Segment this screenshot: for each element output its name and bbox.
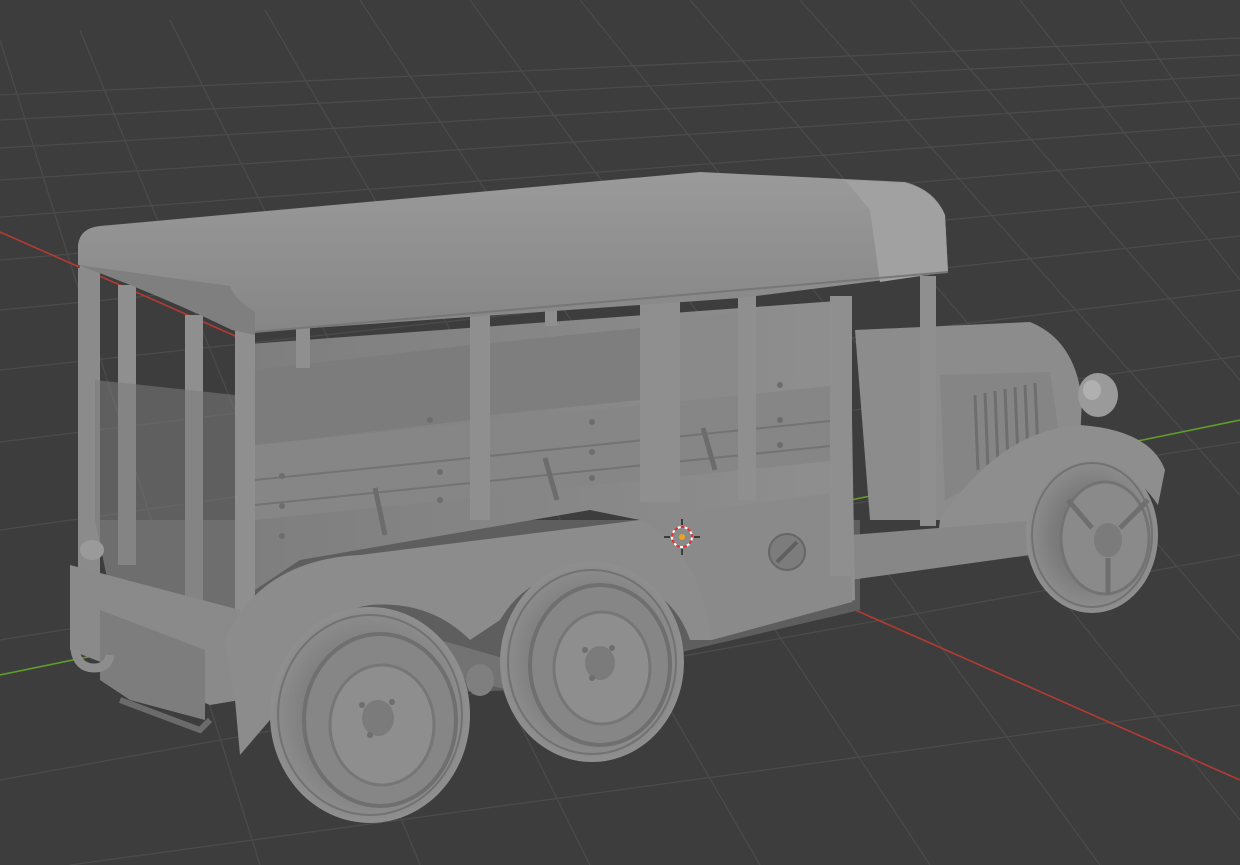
headlight-lens [1083,380,1101,400]
differential [466,664,494,696]
rear-wheel [270,607,470,823]
rear-light [80,540,104,560]
object-origin-dot [679,534,685,540]
viewport-canvas[interactable] [0,0,1240,865]
middle-wheel [500,562,684,762]
front-wheel [1026,457,1158,613]
3d-viewport[interactable] [0,0,1240,865]
